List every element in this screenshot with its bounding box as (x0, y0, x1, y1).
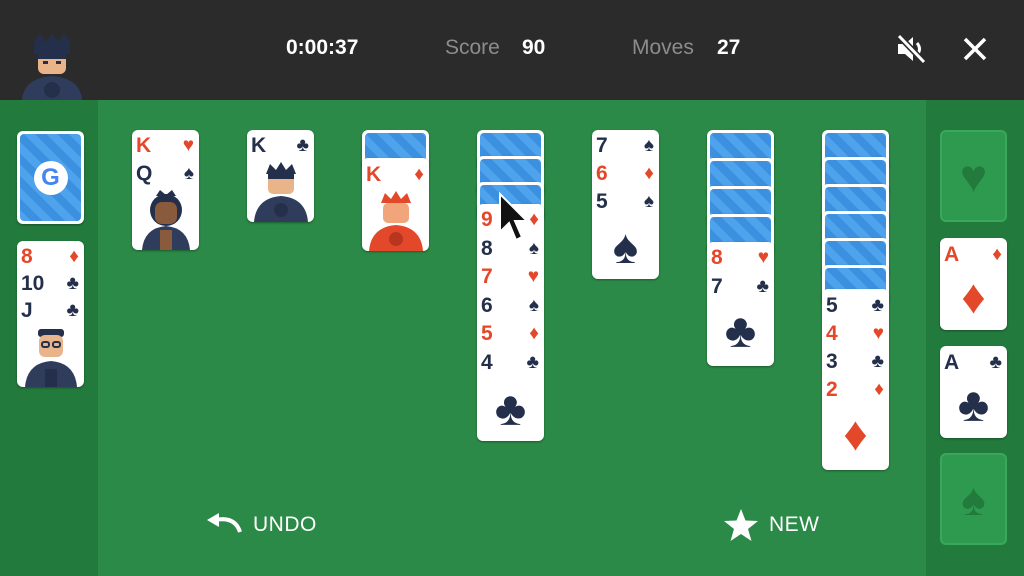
mouse-cursor-icon (499, 192, 528, 242)
card-rank: 9 (481, 208, 493, 231)
close-button[interactable] (956, 30, 994, 68)
waste-pile[interactable]: 8 ♦ 10 ♣ J ♣ (17, 241, 84, 387)
card-suit: ♦ (644, 163, 654, 184)
card-suit: ♥ (872, 323, 884, 344)
card-suit: ♦ (529, 209, 539, 230)
card-rank: K (366, 163, 382, 186)
spade-icon: ♠ (612, 221, 639, 274)
card-suit: ♥ (527, 266, 539, 287)
card-rank: 8 (481, 237, 493, 260)
top-bar: 0:00:37 Score 90 Moves 27 (0, 0, 1024, 100)
tableau-card[interactable]: K ♦ (362, 158, 429, 251)
card-rank: J (21, 299, 33, 322)
stock-pile[interactable]: G (17, 131, 84, 224)
card-suit: ♦ (414, 164, 424, 185)
card-rank: 6 (596, 162, 608, 185)
tableau-card[interactable]: K ♥ Q ♠ (132, 130, 199, 250)
card-suit: ♣ (989, 352, 1002, 373)
close-icon (963, 37, 987, 61)
card-rank: 10 (21, 272, 45, 295)
spade-placeholder-icon: ♠ (961, 473, 986, 525)
club-icon: ♣ (724, 305, 757, 358)
card-rank: K (251, 134, 267, 157)
mute-button[interactable] (892, 30, 930, 68)
queen-face-icon (141, 190, 190, 250)
undo-label: UNDO (253, 513, 317, 536)
card-suit: ♣ (296, 135, 309, 156)
score-label: Score (445, 36, 500, 59)
card-rank: 5 (481, 322, 493, 345)
tableau-card-stack[interactable]: 8 ♥ 7 ♣ ♣ (707, 242, 774, 366)
foundation-clubs[interactable]: A ♣ ♣ (940, 346, 1007, 438)
moves-value: 27 (717, 36, 741, 59)
moves-label: Moves (632, 36, 694, 59)
heart-placeholder-icon: ♥ (959, 150, 988, 202)
card-suit: ♣ (526, 352, 539, 373)
card-suit: ♦ (529, 323, 539, 344)
card-rank: 2 (826, 378, 838, 401)
new-game-button[interactable]: NEW (723, 508, 820, 542)
diamond-icon: ♦ (961, 271, 986, 324)
card-rank: 6 (481, 294, 493, 317)
card-suit: ♦ (69, 246, 79, 267)
player-avatar-icon (22, 34, 82, 100)
card-rank: 7 (596, 134, 608, 157)
card-suit: ♣ (871, 295, 884, 316)
tableau-card[interactable]: K ♣ (247, 130, 314, 222)
jack-face-icon (24, 329, 77, 387)
card-rank: 8 (711, 246, 723, 269)
card-suit: ♠ (183, 163, 194, 184)
card-suit: ♣ (66, 300, 79, 321)
card-rank: 5 (826, 294, 838, 317)
card-suit: ♣ (66, 273, 79, 294)
diamond-icon: ♦ (843, 408, 868, 461)
foundation-diamonds[interactable]: A ♦ ♦ (940, 238, 1007, 330)
card-suit: ♥ (757, 247, 769, 268)
card-rank: 5 (596, 190, 608, 213)
card-suit: ♣ (756, 276, 769, 297)
undo-button[interactable]: UNDO (205, 508, 317, 542)
timer: 0:00:37 (286, 36, 359, 59)
card-rank: K (136, 134, 152, 157)
card-suit: ♠ (643, 135, 654, 156)
card-rank: 8 (21, 245, 33, 268)
foundation-hearts[interactable]: ♥ (940, 130, 1007, 222)
score-value: 90 (522, 36, 546, 59)
new-label: NEW (769, 513, 820, 536)
card-suit: ♥ (182, 135, 194, 156)
card-rank: 4 (481, 351, 493, 374)
star-icon (724, 509, 758, 541)
club-icon: ♣ (494, 383, 527, 436)
card-suit: ♣ (871, 351, 884, 372)
card-rank: 7 (711, 275, 723, 298)
card-suit: ♦ (992, 244, 1002, 265)
card-rank: 3 (826, 350, 838, 373)
card-rank: 7 (481, 265, 493, 288)
card-suit: ♦ (874, 379, 884, 400)
card-rank: A (944, 351, 960, 374)
volume-muted-icon (896, 33, 927, 65)
card-rank: Q (136, 162, 153, 185)
tableau-card-stack[interactable]: 7 ♠ 6 ♦ 5 ♠ ♠ (592, 130, 659, 279)
club-icon: ♣ (957, 379, 990, 432)
king-face-icon (368, 191, 423, 251)
solitaire-game: 0:00:37 Score 90 Moves 27 G 8 ♦ 10 ♣ J ♣… (0, 0, 1024, 576)
card-suit: ♠ (643, 191, 654, 212)
card-rank: 4 (826, 322, 838, 345)
tableau-card-stack[interactable]: 5 ♣ 4 ♥ 3 ♣ 2 ♦ ♦ (822, 289, 889, 470)
google-logo-icon: G (33, 160, 68, 195)
card-suit: ♠ (528, 238, 539, 259)
card-rank: A (944, 243, 960, 266)
foundation-spades[interactable]: ♠ (940, 453, 1007, 545)
card-suit: ♠ (528, 295, 539, 316)
king-face-icon (253, 162, 308, 222)
undo-arrow-icon (207, 513, 242, 533)
